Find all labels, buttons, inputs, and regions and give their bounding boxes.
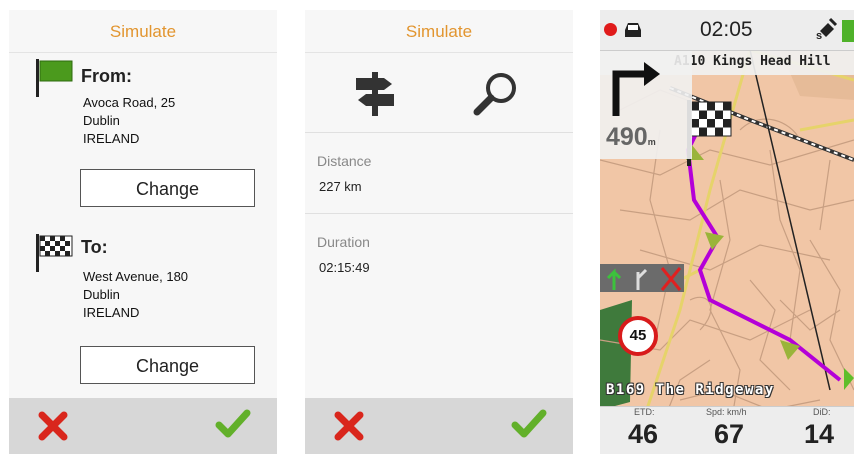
- duration-section: Duration 02:15:49: [305, 213, 573, 294]
- distance-section: Distance 227 km: [305, 132, 573, 213]
- from-label: From:: [81, 66, 132, 86]
- speed-limit-value: 45: [629, 327, 647, 344]
- to-label: To:: [81, 237, 108, 257]
- satellite-label: s: [816, 30, 823, 42]
- etd-value: 46: [628, 419, 659, 449]
- current-street-name: B169 The Ridgeway: [606, 382, 775, 398]
- green-flag-icon: [36, 59, 73, 97]
- distance-value: 227 km: [319, 179, 362, 194]
- signpost-icon[interactable]: [350, 68, 400, 118]
- check-icon[interactable]: [215, 408, 251, 440]
- to-address: West Avenue, 180 Dublin IRELAND: [83, 269, 189, 320]
- etd-label: ETD:: [634, 407, 655, 417]
- from-address: Avoca Road, 25 Dublin IRELAND: [83, 95, 176, 146]
- duration-label: Duration: [317, 234, 370, 250]
- action-bar: [9, 398, 277, 454]
- panel-title: Simulate: [9, 10, 277, 53]
- route-panel: Simulate From: Avoca Road, 25 Dublin IRE…: [9, 10, 277, 454]
- duration-value: 02:15:49: [319, 260, 370, 275]
- battery-icon: [842, 20, 854, 42]
- simulate-info-panel: Simulate Distance 227 km Duration 02:15:…: [305, 10, 573, 454]
- did-value: 14: [804, 419, 835, 449]
- turn-distance: 490m: [606, 123, 656, 151]
- speed-limit-sign: 45: [618, 316, 658, 356]
- clock: 02:05: [700, 18, 753, 41]
- car-icon: [625, 23, 641, 37]
- change-to-button[interactable]: Change: [80, 346, 255, 384]
- navigation-map-panel[interactable]: 02:05 s A110 Kings Head Hill 490m 45 B16…: [600, 10, 854, 454]
- action-bar: [305, 398, 573, 454]
- cancel-icon[interactable]: [333, 410, 365, 442]
- distance-label: Distance: [317, 153, 372, 169]
- recording-dot-icon: [604, 23, 617, 36]
- check-icon[interactable]: [511, 408, 547, 440]
- turn-right-icon: [612, 62, 660, 116]
- speed-value: 67: [714, 419, 745, 449]
- panel-title: Simulate: [305, 10, 573, 53]
- speed-label: Spd: km/h: [706, 407, 747, 417]
- change-from-button[interactable]: Change: [80, 169, 255, 207]
- next-street-name: A110 Kings Head Hill: [674, 54, 831, 69]
- checkered-flag-icon: [36, 234, 73, 272]
- search-icon[interactable]: [471, 68, 521, 118]
- did-label: DiD:: [813, 407, 831, 417]
- cancel-icon[interactable]: [37, 410, 69, 442]
